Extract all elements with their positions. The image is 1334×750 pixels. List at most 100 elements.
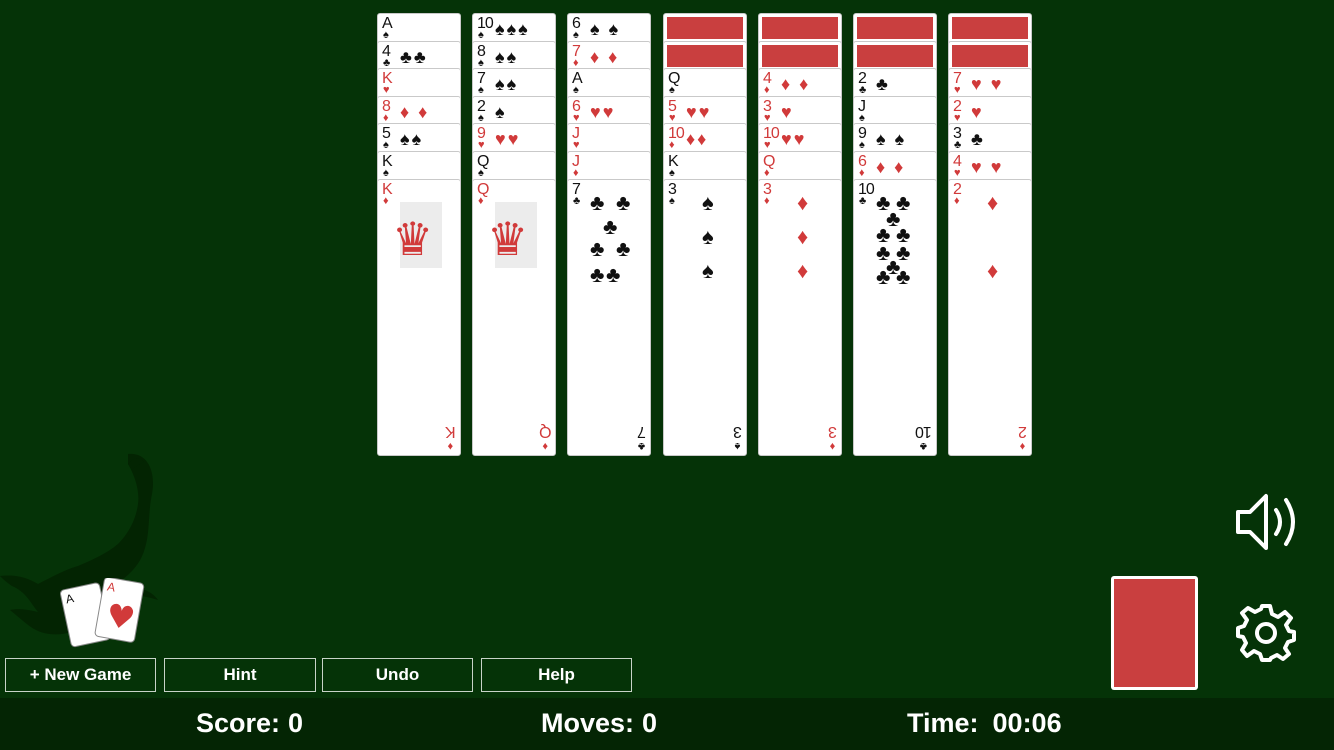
- time-value: 00:06: [992, 708, 1062, 738]
- card-suit-icon: ♦: [669, 139, 675, 152]
- card-corner-rotated: ♦ K: [446, 422, 456, 452]
- card-pips: ♥♥: [590, 101, 616, 122]
- card-suit-icon: ♥: [669, 111, 676, 124]
- card-rank: 2: [1019, 422, 1027, 440]
- card-suit-icon: ♠: [478, 56, 484, 69]
- card-suit-icon: ♥: [954, 167, 961, 179]
- card-suit-icon: ♣: [859, 84, 867, 97]
- card-pips: ♦ ♦: [590, 46, 620, 67]
- card-suit-icon: ♦: [954, 194, 960, 207]
- card-corner-rotated: ♦ 3: [829, 423, 837, 452]
- card-pip-icon: ♦: [797, 223, 809, 249]
- playing-card[interactable]: 7 ♣ ♣ ♣ ♣ ♣ ♣ ♣ ♣ ♣ 7: [567, 178, 651, 456]
- card-corner-rotated: ♦ Q: [539, 422, 551, 452]
- playing-card[interactable]: 3 ♠ ♠ ♠ ♠ ♠ 3: [663, 178, 747, 456]
- card-rank: Q: [539, 422, 551, 440]
- card-pip-icon: ♣: [590, 235, 605, 261]
- card-pip-icon: ♠: [702, 189, 714, 215]
- card-suit-icon: ♠: [478, 111, 484, 124]
- card-pip-icon: ♣: [590, 261, 605, 287]
- card-pip-icon: ♠: [702, 223, 714, 249]
- card-pip-icon: ♦: [987, 257, 999, 283]
- card-pip-icon: ♣: [590, 189, 605, 215]
- card-back: [667, 44, 743, 67]
- card-suit-icon: ♠: [859, 111, 865, 124]
- card-suit-icon: ♠: [478, 167, 484, 179]
- card-pips: ♠ ♠: [590, 19, 621, 39]
- score-value: 0: [288, 708, 304, 738]
- card-suit-icon: ♦: [764, 167, 770, 179]
- card-corner-rotated: ♦ 2: [1019, 422, 1027, 452]
- card-suit-icon: ♣: [638, 439, 646, 452]
- card-suit-icon: ♥: [478, 139, 485, 152]
- score-display: Score: 0: [196, 708, 303, 739]
- card-pips: ♥: [971, 101, 984, 122]
- card-pip-icon: ♣: [603, 213, 618, 239]
- score-label: Score:: [196, 708, 281, 738]
- crown-icon: ♛: [487, 212, 529, 265]
- speaker-icon[interactable]: [1234, 490, 1300, 554]
- time-label: Time:: [907, 708, 979, 738]
- card-pips: ♥ ♥: [971, 157, 1004, 177]
- card-pip-icon: ♣: [616, 235, 631, 261]
- card-back: [857, 17, 933, 39]
- card-pip-icon: ♦: [797, 257, 809, 283]
- game-table: A ♠ 4 ♣ ♣♣ K ♥ 8 ♦ ♦ ♦ 5 ♠ ♠♠ K ♠ K ♦ ♛ ♦ K 10 ♠ ♠♠♠ 8 ♠ ♠♠ 7 ♠ ♠♠ 2 ♠…: [0, 0, 1334, 698]
- card-suit-icon: ♦: [478, 194, 484, 207]
- card-suit-icon: ♣: [383, 56, 391, 69]
- card-pip-icon: ♣: [606, 261, 621, 287]
- playing-card[interactable]: Q ♦ ♛ ♦ Q: [472, 178, 556, 456]
- card-suit-icon: ♠: [383, 29, 389, 41]
- card-pip-icon: ♣: [876, 263, 891, 289]
- playing-card[interactable]: 10 ♣ ♣ ♣ ♣ ♣ ♣ ♣ ♣ ♣ ♣ ♣ ♣ 10: [853, 178, 937, 456]
- card-pips: ♥♥: [686, 101, 712, 122]
- card-pips: ♣♣: [400, 46, 428, 67]
- card-rank: 7: [638, 422, 646, 440]
- card-back: [952, 17, 1028, 39]
- card-pips: ♠ ♠: [876, 129, 907, 150]
- card-suit-icon: ♠: [669, 167, 675, 179]
- card-pips: ♣: [971, 129, 985, 150]
- card-pips: ♦ ♦: [781, 74, 811, 95]
- card-suit-icon: ♠: [669, 194, 675, 207]
- undo-button[interactable]: Undo: [322, 658, 473, 692]
- logo-cards-icon: A A ♥: [60, 578, 145, 648]
- card-pips: ♥ ♥: [971, 74, 1004, 95]
- card-corner-rotated: ♣ 7: [638, 422, 646, 452]
- card-suit-icon: ♣: [954, 139, 962, 152]
- hint-button[interactable]: Hint: [164, 658, 316, 692]
- card-pips: ♠♠♠: [495, 19, 530, 39]
- card-pips: ♦ ♦: [400, 101, 430, 122]
- card-suit-icon: ♠: [383, 167, 389, 179]
- card-suit-icon: ♦: [859, 167, 865, 179]
- card-back: [952, 44, 1028, 67]
- card-pips: ♠♠: [495, 74, 519, 95]
- playing-card[interactable]: 2 ♦ ♦ ♦ ♦ 2: [948, 178, 1032, 456]
- card-pips: ♦ ♦: [876, 157, 906, 177]
- gear-icon[interactable]: [1236, 602, 1296, 662]
- card-pip-icon: ♣: [616, 189, 631, 215]
- card-suit-icon: ♥: [954, 84, 961, 97]
- card-pip-icon: ♠: [702, 257, 714, 283]
- card-pips: ♥♥: [495, 129, 521, 150]
- card-suit-icon: ♠: [573, 29, 579, 41]
- help-button[interactable]: Help: [481, 658, 632, 692]
- card-suit-icon: ♥: [764, 111, 771, 124]
- card-suit-icon: ♠: [859, 139, 865, 152]
- card-pips: ♥♥: [781, 129, 807, 150]
- card-pip-icon: ♦: [987, 189, 999, 215]
- card-suit-icon: ♣: [859, 194, 867, 207]
- card-suit-icon: ♥: [573, 111, 580, 124]
- new-game-button[interactable]: + New Game: [5, 658, 156, 692]
- playing-card[interactable]: K ♦ ♛ ♦ K: [377, 178, 461, 456]
- card-suit-icon: ♠: [573, 84, 579, 97]
- stock-pile[interactable]: [1111, 576, 1198, 690]
- card-rank: 3: [734, 422, 742, 440]
- playing-card[interactable]: 3 ♦ ♦ ♦ ♦ ♦ 3: [758, 178, 842, 456]
- card-rank: 10: [916, 422, 932, 440]
- card-rank: K: [446, 422, 456, 440]
- card-suit-icon: ♠: [478, 29, 484, 41]
- card-corner-rotated: ♣ 10: [916, 422, 932, 452]
- card-suit-icon: ♦: [383, 194, 389, 207]
- time-display: Time: 00:06: [907, 708, 1062, 739]
